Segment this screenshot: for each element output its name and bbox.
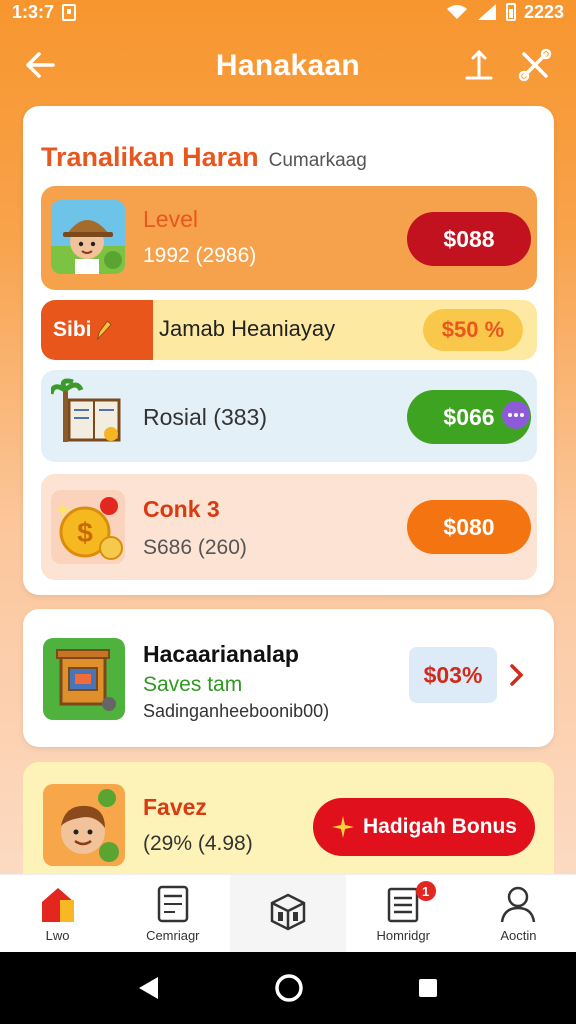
nav-item-home[interactable]: Lwo bbox=[0, 875, 115, 952]
app-bar: Hanakaan bbox=[0, 36, 576, 96]
bonus-tag: Sibi bbox=[41, 300, 153, 360]
back-arrow-icon[interactable] bbox=[24, 50, 56, 80]
battery-icon bbox=[505, 3, 516, 21]
reward-row-bonus[interactable]: Sibi Jamab Heaniayay $50 % bbox=[41, 300, 537, 360]
status-bar: 1:3:7 2223 bbox=[0, 0, 576, 24]
offer-card[interactable]: Hacaarianalap Saves tam Sadinganheebooni… bbox=[23, 609, 554, 747]
claim-button-label: $066 bbox=[443, 403, 495, 430]
system-recents-icon[interactable] bbox=[416, 976, 440, 1000]
signal-icon bbox=[477, 4, 496, 20]
tools-icon[interactable] bbox=[518, 48, 552, 82]
offer-highlight: Saves tam bbox=[143, 673, 243, 696]
rewards-card: Tranalikan Haran Cumarkaag Level 1992 (2… bbox=[23, 106, 554, 595]
system-nav-bar bbox=[0, 952, 576, 1024]
row-title: Jamab Heaniayay bbox=[159, 316, 336, 341]
sparkle-icon bbox=[331, 816, 354, 838]
chevron-right-icon[interactable] bbox=[509, 663, 525, 687]
bonus-card[interactable]: Favez (29% (4.98) Hadigah Bonus bbox=[23, 762, 554, 882]
offer-subtitle: Sadinganheeboonib00) bbox=[143, 701, 330, 721]
user-icon bbox=[501, 886, 536, 923]
row-subtitle: S686 (260) bbox=[143, 536, 247, 559]
card-title: Tranalikan Haran bbox=[41, 142, 259, 172]
notification-badge: 1 bbox=[415, 881, 436, 901]
book-palm-icon bbox=[51, 378, 125, 452]
row-subtitle: 1992 (2986) bbox=[143, 244, 257, 267]
bottom-nav: Lwo Cemriagr 1 Homridgr Aoctin bbox=[0, 874, 576, 952]
coins-icon: $ bbox=[51, 490, 125, 564]
system-home-icon[interactable] bbox=[274, 973, 304, 1003]
chat-bubble-icon bbox=[502, 401, 530, 429]
card-subtitle: Cumarkaag bbox=[268, 150, 367, 171]
nav-label: Cemriagr bbox=[146, 928, 200, 943]
offer-title: Hacaarianalap bbox=[143, 641, 299, 667]
hadigah-bonus-label: Hadigah Bonus bbox=[362, 815, 517, 838]
row-title: Rosial (383) bbox=[143, 404, 267, 430]
calculator-icon bbox=[157, 885, 189, 923]
percent-chip[interactable]: $50 % bbox=[423, 309, 523, 351]
nav-item-documents[interactable]: 1 Homridgr bbox=[346, 875, 461, 952]
nav-item-account[interactable]: Aoctin bbox=[461, 875, 576, 952]
shop-box-icon bbox=[43, 638, 125, 720]
reward-row-level[interactable]: Level 1992 (2986) $088 bbox=[41, 186, 537, 290]
bonus-tag-label: Sibi bbox=[53, 318, 92, 341]
explorer-avatar-icon bbox=[51, 200, 125, 274]
nav-label: Aoctin bbox=[500, 928, 537, 943]
row-title: Conk 3 bbox=[143, 496, 220, 522]
bonus-title: Favez bbox=[143, 794, 207, 820]
nav-label: Homridgr bbox=[376, 928, 430, 943]
svg-text:$: $ bbox=[77, 517, 93, 548]
status-time: 1:3:7 bbox=[12, 1, 55, 22]
system-back-icon[interactable] bbox=[136, 975, 162, 1001]
reward-row-conk[interactable]: $ Conk 3 S686 (260) $080 bbox=[41, 474, 537, 580]
row-title: Level bbox=[143, 206, 198, 232]
nav-item-calculator[interactable]: Cemriagr bbox=[115, 875, 230, 952]
pencil-icon bbox=[96, 320, 112, 341]
wifi-icon bbox=[446, 5, 467, 19]
bonus-subtitle: (29% (4.98) bbox=[143, 832, 253, 855]
nav-item-center[interactable] bbox=[230, 875, 346, 952]
hadigah-bonus-button[interactable]: Hadigah Bonus bbox=[313, 798, 535, 856]
page-title: Hanakaan bbox=[215, 49, 361, 82]
reward-row-rosial[interactable]: Rosial (383) $066 bbox=[41, 370, 537, 462]
claim-button[interactable]: $088 bbox=[407, 212, 531, 266]
offer-value-chip[interactable]: $03% bbox=[409, 647, 497, 703]
status-clock: 2223 bbox=[523, 1, 564, 22]
share-icon[interactable] bbox=[464, 48, 494, 82]
home-icon bbox=[41, 888, 74, 922]
sim-card-icon bbox=[62, 3, 77, 21]
cube-box-icon bbox=[270, 893, 306, 930]
character-avatar-icon bbox=[43, 784, 125, 866]
claim-button[interactable]: $080 bbox=[407, 500, 531, 554]
nav-label: Lwo bbox=[45, 928, 70, 943]
card-header: Tranalikan Haran Cumarkaag bbox=[41, 142, 367, 173]
